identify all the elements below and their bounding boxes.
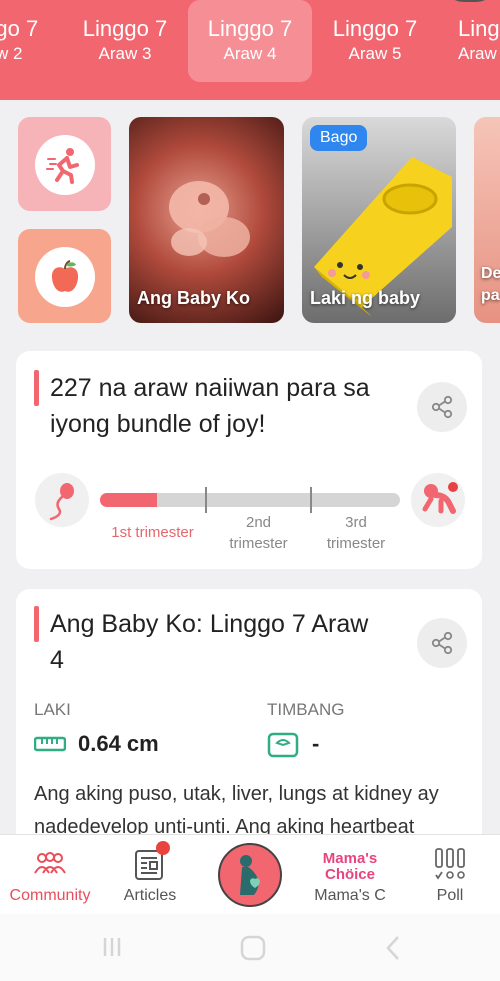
day-tab-week: Linggo 7 bbox=[458, 16, 500, 41]
accent-bar bbox=[34, 370, 39, 406]
scale-icon bbox=[267, 732, 299, 758]
nutrition-tile[interactable] bbox=[18, 229, 111, 323]
card-label: De pa bbox=[481, 265, 500, 304]
day-tab-active[interactable]: Linggo 7 Araw 4 bbox=[188, 0, 312, 82]
back-icon[interactable] bbox=[382, 935, 404, 961]
nav-label: Articles bbox=[123, 887, 177, 904]
day-tab[interactable]: Linggo 7 Araw 2 bbox=[0, 0, 58, 82]
system-nav-bar bbox=[0, 914, 500, 981]
countdown-title: 227 na araw naiiwan para sa iyong bundle… bbox=[50, 374, 370, 438]
baby-info-title: Ang Baby Ko: Linggo 7 Araw 4 bbox=[50, 610, 369, 674]
share-button[interactable] bbox=[417, 382, 467, 432]
day-tab-week: Linggo 7 bbox=[82, 16, 168, 41]
recent-apps-icon[interactable] bbox=[100, 935, 124, 959]
card-label: Ang Baby Ko bbox=[137, 288, 251, 308]
size-value: 0.64 cm bbox=[78, 731, 159, 756]
community-icon bbox=[34, 852, 66, 874]
sperm-icon bbox=[35, 473, 89, 527]
nav-mamas-choice[interactable]: Mama's Chöice Mama's C bbox=[300, 835, 400, 915]
activity-tile[interactable] bbox=[18, 117, 111, 211]
nav-home[interactable] bbox=[200, 835, 300, 915]
logo-line: Chöice bbox=[324, 866, 375, 883]
day-tab[interactable]: Linggo 7 Araw 6 bbox=[440, 0, 500, 82]
ruler-icon bbox=[33, 734, 67, 754]
card-label: Laki ng baby bbox=[310, 288, 421, 308]
nav-label: Mama's C bbox=[314, 887, 386, 904]
weight-label: TIMBANG bbox=[267, 700, 345, 719]
day-tab-day: Araw 6 bbox=[458, 44, 500, 63]
weight-value: - bbox=[312, 731, 320, 756]
logo-line: Mama's bbox=[322, 850, 378, 867]
nav-label: Community bbox=[9, 887, 91, 904]
day-tab-week: Linggo 7 bbox=[332, 16, 418, 41]
size-label: LAKI bbox=[34, 700, 71, 719]
nav-label: Poll bbox=[436, 887, 464, 904]
apple-icon bbox=[35, 247, 95, 307]
poll-icon bbox=[435, 848, 465, 880]
nav-community[interactable]: Community bbox=[0, 835, 100, 915]
trimester-label: 2nd trimester bbox=[229, 514, 288, 552]
day-tab-week: Linggo 7 bbox=[0, 16, 39, 41]
day-tab[interactable]: Linggo 7 Araw 5 bbox=[313, 0, 437, 82]
trimester-divider bbox=[205, 487, 207, 513]
new-badge: Bago bbox=[310, 125, 368, 151]
home-icon[interactable] bbox=[240, 935, 266, 961]
accent-bar bbox=[34, 606, 39, 642]
pregnant-mother-icon bbox=[218, 843, 282, 907]
mamas-choice-logo: Mama's Chöice bbox=[300, 851, 400, 883]
trimester-label: 3rd trimester bbox=[326, 514, 386, 552]
nav-articles[interactable]: Articles bbox=[100, 835, 200, 915]
share-icon bbox=[431, 395, 453, 419]
running-person-icon bbox=[35, 135, 95, 195]
trimester-label-current: 1st trimester bbox=[111, 524, 194, 541]
day-tab-day: Araw 5 bbox=[348, 44, 402, 63]
trimester-progress bbox=[100, 493, 400, 507]
trimester-progress-fill bbox=[100, 493, 157, 507]
baby-description: Ang aking puso, utak, liver, lungs at ki… bbox=[34, 783, 439, 834]
trimester-divider bbox=[310, 487, 312, 513]
baby-size-card[interactable]: Bago Laki ng baby bbox=[302, 117, 456, 323]
day-tab-day: Araw 4 bbox=[223, 44, 277, 63]
day-tab-bar: Linggo 7 Araw 2 Linggo 7 Araw 3 Linggo 7… bbox=[0, 0, 500, 100]
nav-poll[interactable]: Poll bbox=[400, 835, 500, 915]
baby-card[interactable]: Ang Baby Ko bbox=[129, 117, 284, 323]
day-tab-day: Araw 2 bbox=[0, 44, 23, 63]
partial-card[interactable]: De pa bbox=[474, 117, 500, 323]
crawling-baby-icon bbox=[411, 473, 465, 527]
bottom-nav: Community Articles Mama's Chöice Mama's … bbox=[0, 834, 500, 915]
day-tab-day: Araw 3 bbox=[98, 44, 152, 63]
day-tab[interactable]: Linggo 7 Araw 3 bbox=[63, 0, 187, 82]
notification-dot bbox=[156, 841, 170, 855]
share-icon bbox=[431, 631, 453, 655]
day-tab-week: Linggo 7 bbox=[207, 16, 293, 41]
share-button[interactable] bbox=[417, 618, 467, 668]
